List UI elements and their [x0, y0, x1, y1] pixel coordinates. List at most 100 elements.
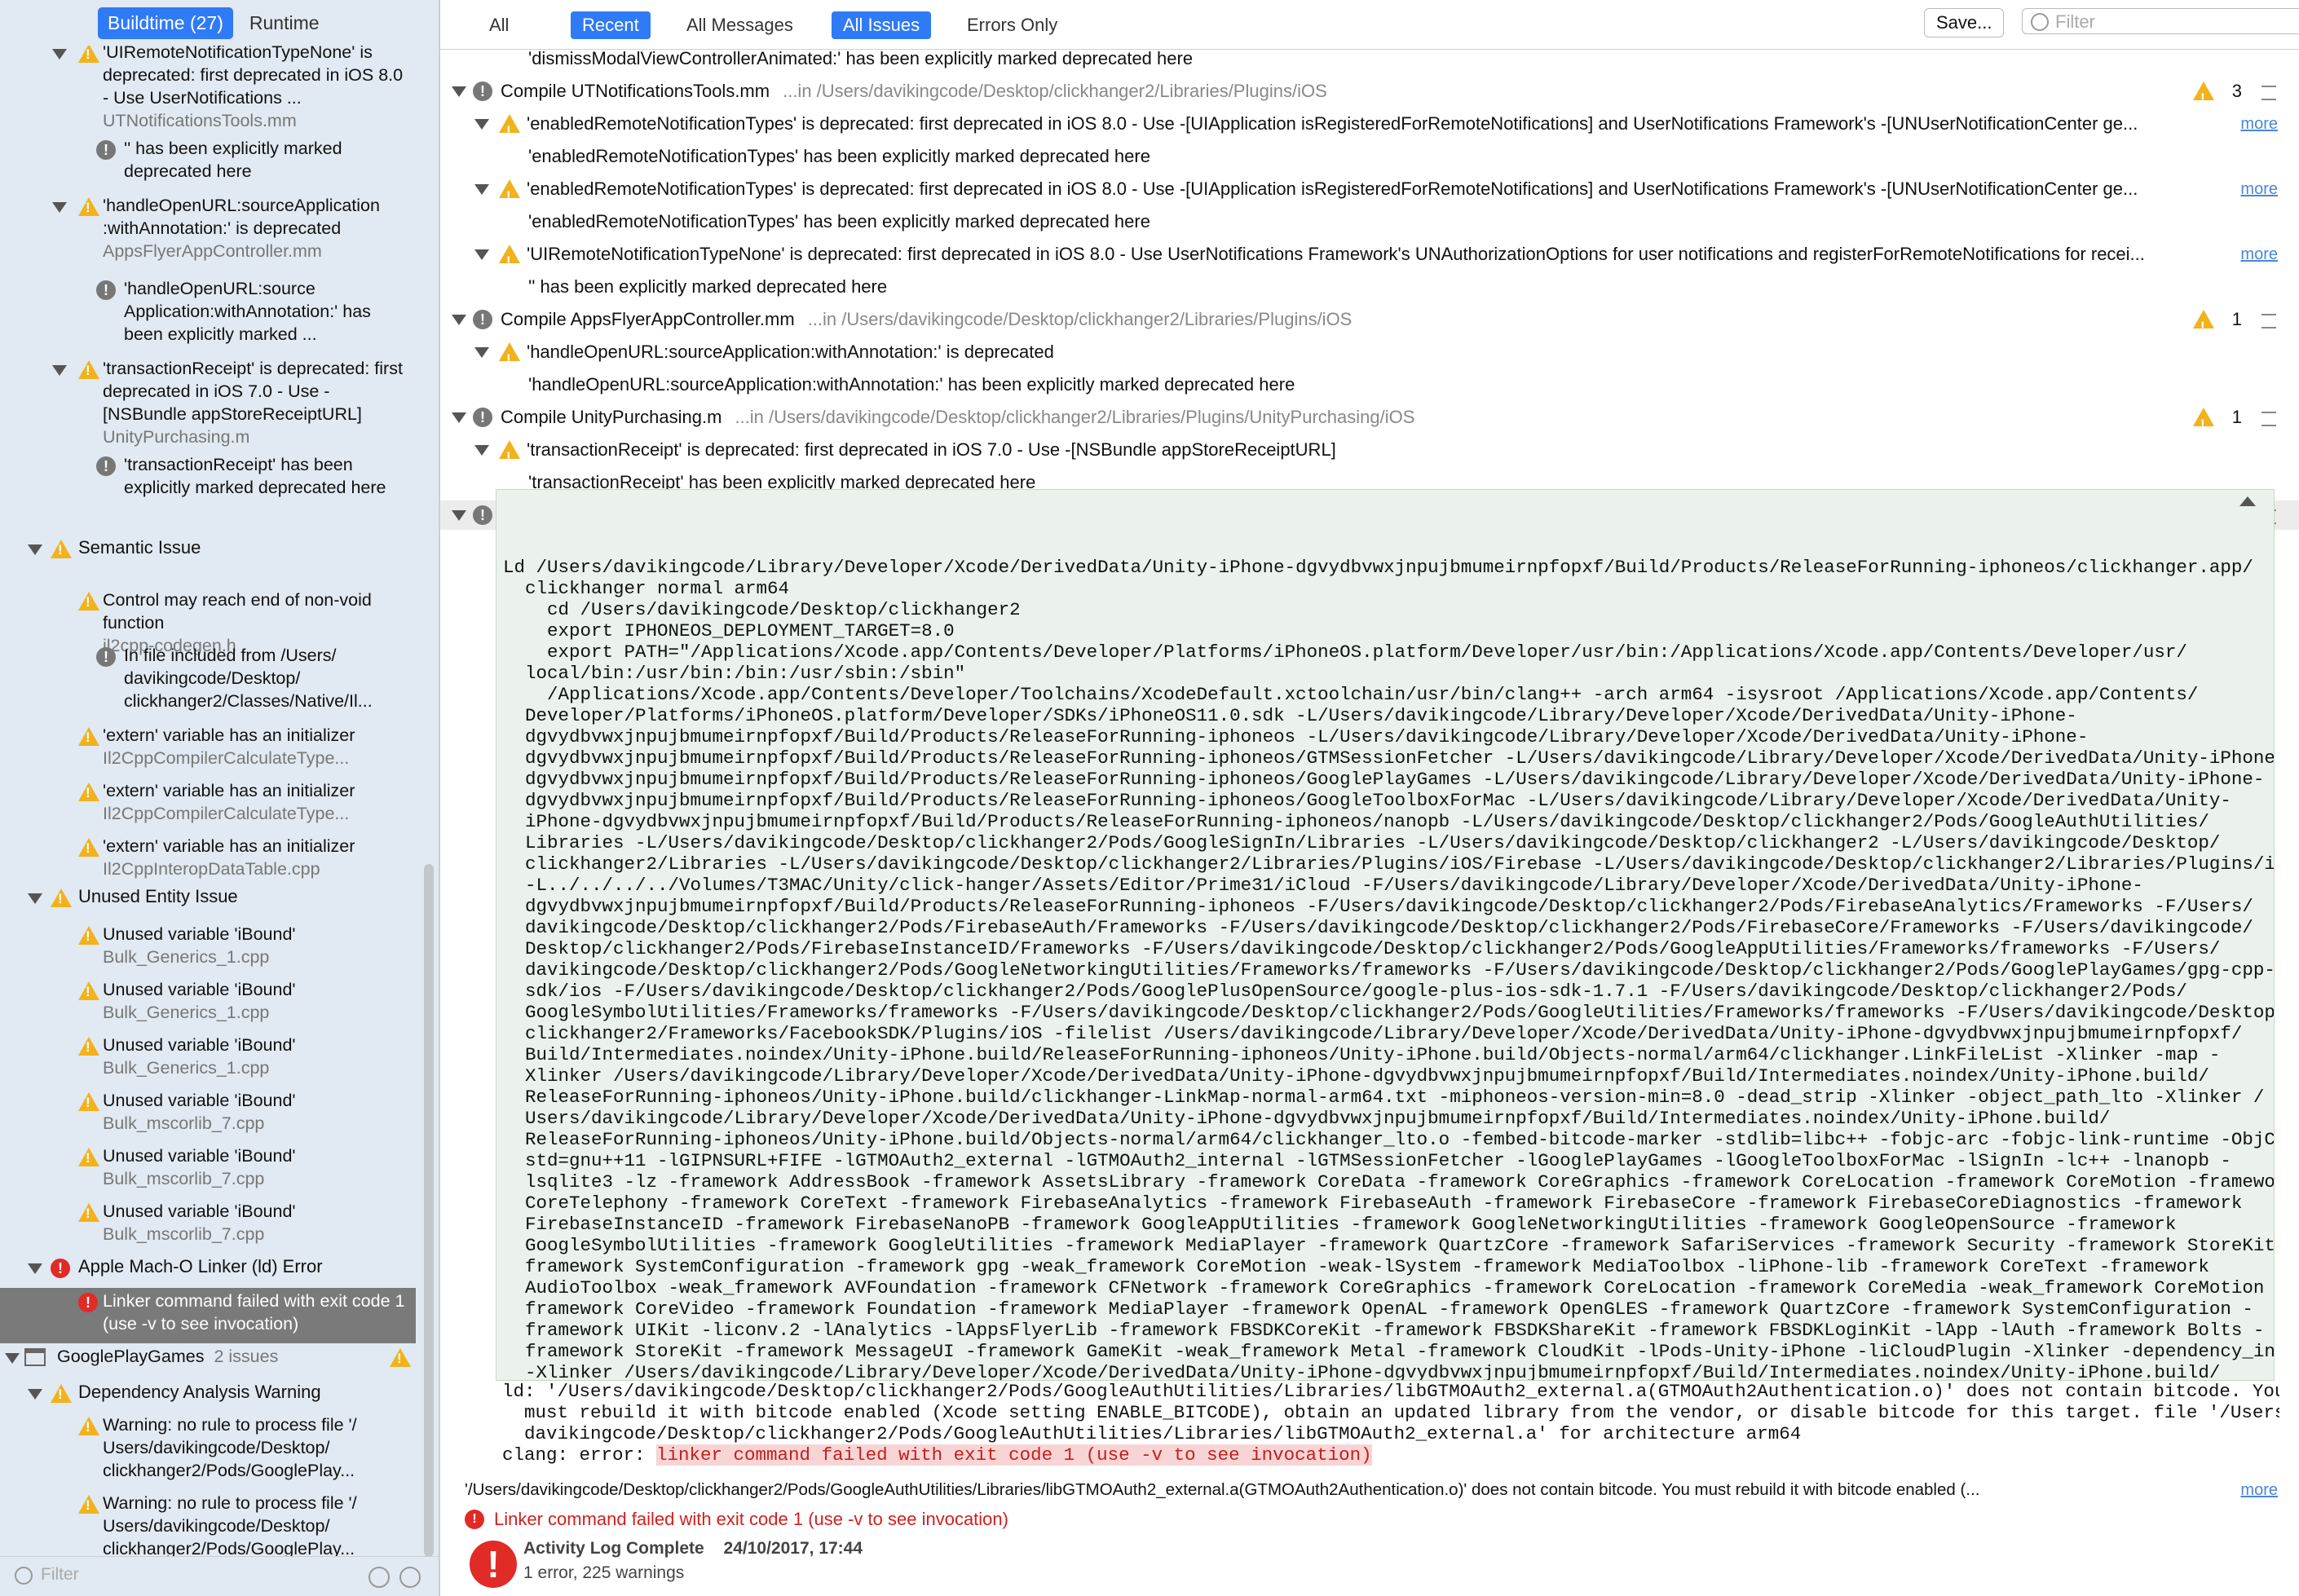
log-message-text: Compile UnityPurchasing.m ...in /Users/da… [501, 407, 1415, 427]
log-message-text: Compile AppsFlyerAppController.mm ...in /… [501, 309, 1352, 329]
note-icon: ! [473, 310, 492, 329]
issue-title-text: 'transactionReceipt' is deprecated: firs… [103, 359, 403, 424]
report-toolbar: All Recent All Messages All Issues Error… [440, 0, 2299, 50]
report-filter-placeholder: Filter [2055, 11, 2095, 32]
log-message-row[interactable]: 'transactionReceipt' is deprecated: firs… [440, 435, 2299, 465]
linker-error-row[interactable]: ! Linker command failed with exit code 1… [440, 1505, 2299, 1534]
issue-title: Warning: no rule to process file '/ User… [103, 1413, 408, 1482]
warning-icon [78, 783, 99, 802]
more-link[interactable]: more [2240, 1475, 2278, 1505]
issue-title: Linker command failed with exit code 1 (… [103, 1290, 408, 1335]
navigator-scrollbar[interactable] [424, 864, 434, 1557]
disclosure-triangle-icon[interactable] [52, 202, 67, 213]
log-message-row[interactable]: 'handleOpenURL:sourceApplication:withAnn… [440, 370, 2299, 399]
issue-file-name: 2 issues [214, 1347, 279, 1366]
issue-title: Unused variable 'iBound' Bulk_Generics_1.… [103, 978, 408, 1024]
navigator-filter-input[interactable]: Filter [41, 1565, 79, 1585]
disclosure-triangle-icon[interactable] [452, 412, 466, 423]
issue-file-name: Bulk_Generics_1.cpp [103, 1003, 270, 1022]
navigator-segmented-control: Buildtime (27) Runtime [0, 0, 439, 46]
filter-all-issues-button[interactable]: All Issues [832, 11, 932, 39]
issue-title: 'UIRemoteNotificationTypeNone' is deprec… [103, 46, 408, 132]
filter-errors-only-button[interactable]: Errors Only [955, 11, 1069, 39]
warning-icon [78, 981, 99, 1001]
note-icon: ! [96, 456, 116, 476]
log-message-row[interactable]: 'dismissModalViewControllerAnimated:' ha… [440, 44, 2299, 73]
note-icon: ! [96, 140, 116, 160]
disclosure-triangle-icon[interactable] [452, 315, 466, 325]
disclosure-triangle-icon[interactable] [474, 119, 489, 130]
build-step-row[interactable]: ! Compile AppsFlyerAppController.mm ...in … [440, 305, 2299, 334]
project-icon [24, 1348, 46, 1368]
issue-file-name: Il2CppCompilerCalculateType... [103, 748, 350, 768]
disclosure-triangle-icon[interactable] [5, 1353, 20, 1364]
more-link[interactable]: more [2240, 240, 2278, 269]
more-link[interactable]: more [2240, 174, 2278, 204]
note-icon: ! [473, 505, 492, 525]
disclosure-triangle-icon[interactable] [474, 445, 489, 456]
disclosure-triangle-icon[interactable] [474, 347, 489, 358]
more-link[interactable]: more [2240, 109, 2278, 139]
issue-title-text: '' has been explicitly marked deprecated… [124, 139, 342, 181]
issue-title: Unused variable 'iBound' Bulk_Generics_1.… [103, 1034, 408, 1079]
log-message-row[interactable]: 'UIRemoteNotificationTypeNone' is deprec… [440, 240, 2299, 269]
warning-icon [499, 245, 520, 269]
activity-error-icon: ! [470, 1541, 517, 1588]
save-button[interactable]: Save... [1924, 8, 2005, 37]
filter-all-button[interactable]: All [478, 11, 520, 39]
details-lines-icon[interactable] [2261, 412, 2276, 426]
disclosure-triangle-icon[interactable] [474, 249, 489, 260]
warning-icon [78, 1495, 99, 1514]
issue-title: Unused variable 'iBound' Bulk_mscorlib_7.… [103, 1089, 408, 1135]
disclosure-triangle-icon[interactable] [28, 1263, 42, 1274]
log-message-row[interactable]: '' has been explicitly marked deprecated… [440, 272, 2299, 302]
disclosure-triangle-icon[interactable] [28, 893, 42, 904]
report-filter-input[interactable]: Filter [2022, 8, 2299, 34]
issue-title: 'extern' variable has an initializer Il2C… [103, 724, 408, 769]
issue-title: Apple Mach-O Linker (ld) Error [78, 1255, 408, 1278]
warning-icon [499, 440, 520, 465]
details-lines-icon[interactable] [2261, 314, 2276, 328]
bitcode-summary-row[interactable]: '/Users/davikingcode/Desktop/clickhanger… [440, 1475, 2299, 1505]
build-step-row[interactable]: ! Compile UTNotificationsTools.mm ...in /U… [440, 77, 2299, 106]
details-lines-icon[interactable] [2261, 86, 2276, 100]
filter-icon [15, 1567, 33, 1585]
issue-file-name: Bulk_mscorlib_7.cpp [103, 1224, 265, 1244]
log-message-row[interactable]: 'enabledRemoteNotificationTypes' is depr… [440, 174, 2299, 204]
issue-file-name: UnityPurchasing.m [103, 427, 250, 447]
filter-all-messages-button[interactable]: All Messages [675, 11, 805, 39]
disclosure-triangle-icon[interactable] [452, 510, 466, 521]
disclosure-triangle-icon[interactable] [28, 544, 42, 555]
build-step-row[interactable]: ! Compile UnityPurchasing.m ...in /Users/d… [440, 403, 2299, 432]
warning-icon [78, 592, 99, 611]
navigator-filter-bar: Filter [0, 1556, 439, 1596]
log-message-row[interactable]: 'handleOpenURL:sourceApplication:withAnn… [440, 337, 2299, 367]
issue-file-name: UTNotificationsTools.mm [103, 111, 297, 130]
tab-runtime[interactable]: Runtime [240, 7, 329, 39]
link-command-output[interactable]: Ld /Users/davikingcode/Library/Developer… [496, 489, 2275, 1381]
issue-title-text: 'extern' variable has an initializer [103, 836, 355, 856]
collapse-triangle-icon[interactable] [2239, 496, 2256, 506]
issue-filter-icon[interactable] [399, 1567, 421, 1588]
warning-icon [390, 1348, 411, 1368]
log-message-row[interactable]: 'enabledRemoteNotificationTypes' has bee… [440, 142, 2299, 171]
filter-recent-button[interactable]: Recent [571, 11, 651, 39]
log-message-text: Compile UTNotificationsTools.mm ...in /Us… [501, 81, 1327, 101]
log-message-row[interactable]: 'enabledRemoteNotificationTypes' is depr… [440, 109, 2299, 139]
clock-icon[interactable] [368, 1567, 390, 1588]
disclosure-triangle-icon[interactable] [52, 49, 67, 60]
linker-output[interactable]: ld: '/Users/davikingcode/Desktop/clickha… [496, 1381, 2279, 1470]
issue-title-text: Unused variable 'iBound' [103, 1146, 296, 1166]
issue-title-text: Apple Mach-O Linker (ld) Error [78, 1256, 323, 1276]
disclosure-triangle-icon[interactable] [52, 365, 67, 376]
issue-title: '' has been explicitly marked deprecated… [124, 137, 408, 183]
issue-file-name: Bulk_Generics_1.cpp [103, 947, 270, 967]
disclosure-triangle-icon[interactable] [474, 184, 489, 195]
issue-title-text: Unused variable 'iBound' [103, 1035, 296, 1055]
disclosure-triangle-icon[interactable] [452, 86, 466, 97]
disclosure-triangle-icon[interactable] [28, 1389, 42, 1400]
warning-icon [78, 1203, 99, 1223]
link-command-text: Ld /Users/davikingcode/Library/Developer… [503, 557, 2275, 1381]
tab-buildtime[interactable]: Buildtime (27) [98, 7, 233, 39]
log-message-row[interactable]: 'enabledRemoteNotificationTypes' has bee… [440, 207, 2299, 236]
